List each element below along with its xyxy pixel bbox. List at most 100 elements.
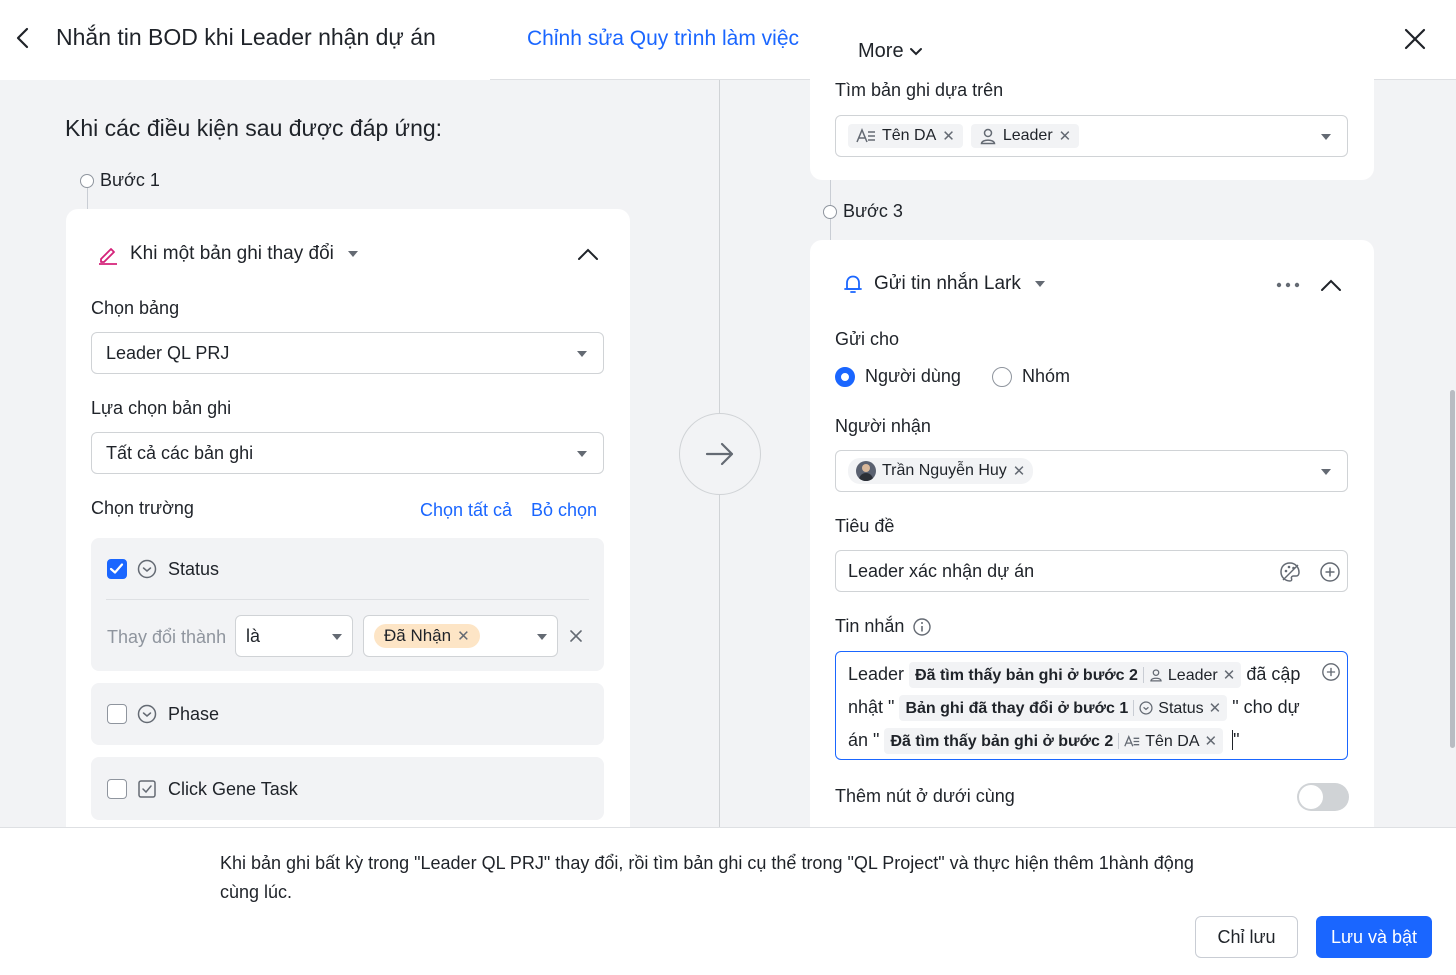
chip-source: Bản ghi đã thay đổi ở bước 1 bbox=[905, 699, 1129, 717]
chip-field: Leader bbox=[1167, 666, 1218, 684]
tab-edit-workflow[interactable]: Chỉnh sửa Quy trình làm việc bbox=[527, 27, 799, 51]
workflow-description: Khi bản ghi bất kỳ trong "Leader QL PRJ"… bbox=[220, 853, 1194, 902]
caret-down-icon bbox=[1321, 469, 1331, 475]
status-checkbox[interactable] bbox=[107, 559, 127, 579]
add-variable-icon[interactable] bbox=[1321, 662, 1341, 682]
remove-chip-icon[interactable]: ✕ bbox=[1209, 692, 1222, 725]
caret-down-icon bbox=[537, 634, 547, 640]
more-options-icon[interactable] bbox=[1276, 282, 1300, 288]
radio-group-label: Nhóm bbox=[1022, 366, 1071, 386]
status-icon bbox=[1139, 701, 1153, 715]
field-item-click-gene-task: Click Gene Task bbox=[91, 757, 604, 820]
radio-group[interactable]: Nhóm bbox=[992, 366, 1070, 387]
action-label: Gửi tin nhắn Lark bbox=[874, 273, 1021, 294]
status-icon bbox=[137, 559, 157, 579]
chip-source: Đã tìm thấy bản ghi ở bước 2 bbox=[915, 666, 1138, 684]
operator-value: là bbox=[246, 625, 261, 646]
save-only-button[interactable]: Chỉ lưu bbox=[1195, 916, 1298, 958]
avatar bbox=[856, 461, 876, 481]
text-field-icon bbox=[1124, 734, 1140, 747]
remove-chip-icon[interactable]: ✕ bbox=[1205, 725, 1218, 758]
message-text: " bbox=[1233, 730, 1240, 750]
caret-down-icon bbox=[1321, 134, 1331, 140]
close-icon[interactable] bbox=[1400, 24, 1430, 54]
table-label: Chọn bảng bbox=[91, 298, 180, 318]
find-label: Tìm bản ghi dựa trên bbox=[835, 80, 1004, 100]
caret-down-icon bbox=[347, 251, 358, 257]
divider bbox=[106, 599, 589, 600]
recipient-tag: Trần Nguyễn Huy ✕ bbox=[848, 458, 1034, 484]
step-1-text: Bước 1 bbox=[100, 170, 160, 190]
message-label-row: Tin nhắn bbox=[835, 616, 932, 637]
find-tag-leader: Leader ✕ bbox=[970, 124, 1080, 148]
caret-down-icon bbox=[577, 351, 587, 357]
click-gene-task-checkbox[interactable] bbox=[107, 779, 127, 799]
remove-condition-icon[interactable] bbox=[569, 629, 583, 643]
find-tag-label: Tên DA bbox=[882, 127, 937, 144]
step-connector bbox=[87, 188, 88, 210]
flow-arrow bbox=[679, 413, 761, 495]
step-dot bbox=[823, 204, 837, 219]
arrow-right-icon bbox=[705, 442, 734, 466]
chip-field: Status bbox=[1158, 699, 1204, 717]
collapse-chevron-icon[interactable] bbox=[576, 245, 600, 263]
phase-checkbox[interactable] bbox=[107, 704, 127, 724]
info-icon bbox=[913, 617, 932, 636]
remove-tag-icon[interactable]: ✕ bbox=[942, 127, 955, 145]
radio-button[interactable] bbox=[992, 366, 1012, 387]
status-icon bbox=[137, 704, 157, 724]
chevron-down-icon bbox=[909, 47, 922, 55]
find-records-card: Tìm bản ghi dựa trên Tên DA ✕ Leader ✕ bbox=[810, 60, 1374, 180]
bottom-button-toggle[interactable] bbox=[1297, 783, 1349, 811]
collapse-chevron-icon[interactable] bbox=[1319, 276, 1343, 294]
remove-tag-icon[interactable]: ✕ bbox=[1059, 127, 1072, 145]
table-value: Leader QL PRJ bbox=[106, 342, 230, 363]
bell-icon bbox=[844, 275, 862, 293]
conditions-title: Khi các điều kiện sau được đáp ứng: bbox=[65, 115, 443, 141]
scrollbar[interactable] bbox=[1450, 390, 1455, 748]
value-tag-label: Đã Nhận bbox=[384, 626, 452, 645]
select-all-link[interactable]: Chọn tất cả bbox=[420, 500, 512, 521]
variable-chip[interactable]: Đã tìm thấy bản ghi ở bước 2 Tên DA ✕ bbox=[884, 728, 1224, 755]
caret-down-icon bbox=[332, 634, 342, 640]
remove-chip-icon[interactable]: ✕ bbox=[1223, 659, 1236, 692]
variable-chip[interactable]: Bản ghi đã thay đổi ở bước 1 Status ✕ bbox=[899, 695, 1228, 722]
text-field-icon bbox=[856, 128, 875, 143]
message-label: Tin nhắn bbox=[835, 616, 905, 636]
radio-button-selected[interactable] bbox=[835, 366, 855, 387]
record-select[interactable]: Tất cả các bản ghi bbox=[91, 432, 604, 474]
chip-field: Tên DA bbox=[1145, 732, 1200, 750]
trigger-selector[interactable]: Khi một bản ghi thay đổi bbox=[96, 242, 358, 266]
radio-user-label: Người dùng bbox=[865, 366, 961, 386]
variable-chip[interactable]: Đã tìm thấy bản ghi ở bước 2 Leader ✕ bbox=[909, 662, 1242, 689]
palette-icon[interactable] bbox=[1279, 561, 1301, 583]
action-selector[interactable]: Gửi tin nhắn Lark bbox=[842, 273, 1045, 295]
subject-input[interactable]: Leader xác nhận dự án bbox=[835, 550, 1348, 592]
recipient-select[interactable]: Trần Nguyễn Huy ✕ bbox=[835, 450, 1348, 492]
remove-tag-icon[interactable]: ✕ bbox=[457, 627, 470, 645]
edit-pencil-icon bbox=[99, 248, 117, 265]
add-circle-icon[interactable] bbox=[1319, 561, 1341, 583]
message-input[interactable]: Leader Đã tìm thấy bản ghi ở bước 2 Lead… bbox=[835, 651, 1348, 760]
footer: Khi bản ghi bất kỳ trong "Leader QL PRJ"… bbox=[0, 827, 1456, 975]
action-card: Gửi tin nhắn Lark Gửi cho Người dùng Nhó… bbox=[810, 240, 1374, 840]
find-fields-select[interactable]: Tên DA ✕ Leader ✕ bbox=[835, 115, 1348, 157]
recipient-label: Người nhận bbox=[835, 416, 931, 436]
checkmark-icon bbox=[109, 563, 124, 574]
trigger-card: Khi một bản ghi thay đổi Chọn bảng Leade… bbox=[66, 209, 630, 849]
deselect-link[interactable]: Bỏ chọn bbox=[531, 500, 597, 521]
remove-tag-icon[interactable]: ✕ bbox=[1013, 462, 1026, 480]
record-value: Tất cả các bản ghi bbox=[106, 442, 254, 463]
change-value-select[interactable]: Đã Nhận ✕ bbox=[363, 615, 558, 657]
field-name-phase: Phase bbox=[168, 704, 220, 724]
chip-source: Đã tìm thấy bản ghi ở bước 2 bbox=[890, 732, 1114, 750]
operator-select[interactable]: là bbox=[235, 615, 353, 657]
subject-value: Leader xác nhận dự án bbox=[848, 560, 1035, 581]
value-tag: Đã Nhận ✕ bbox=[374, 624, 480, 648]
back-arrow-icon[interactable] bbox=[12, 24, 36, 52]
table-select[interactable]: Leader QL PRJ bbox=[91, 332, 604, 374]
save-and-enable-button[interactable]: Lưu và bật bbox=[1316, 916, 1432, 958]
change-to-label: Thay đổi thành bbox=[107, 627, 227, 647]
radio-user[interactable]: Người dùng bbox=[835, 366, 961, 387]
field-name-status: Status bbox=[168, 559, 220, 579]
